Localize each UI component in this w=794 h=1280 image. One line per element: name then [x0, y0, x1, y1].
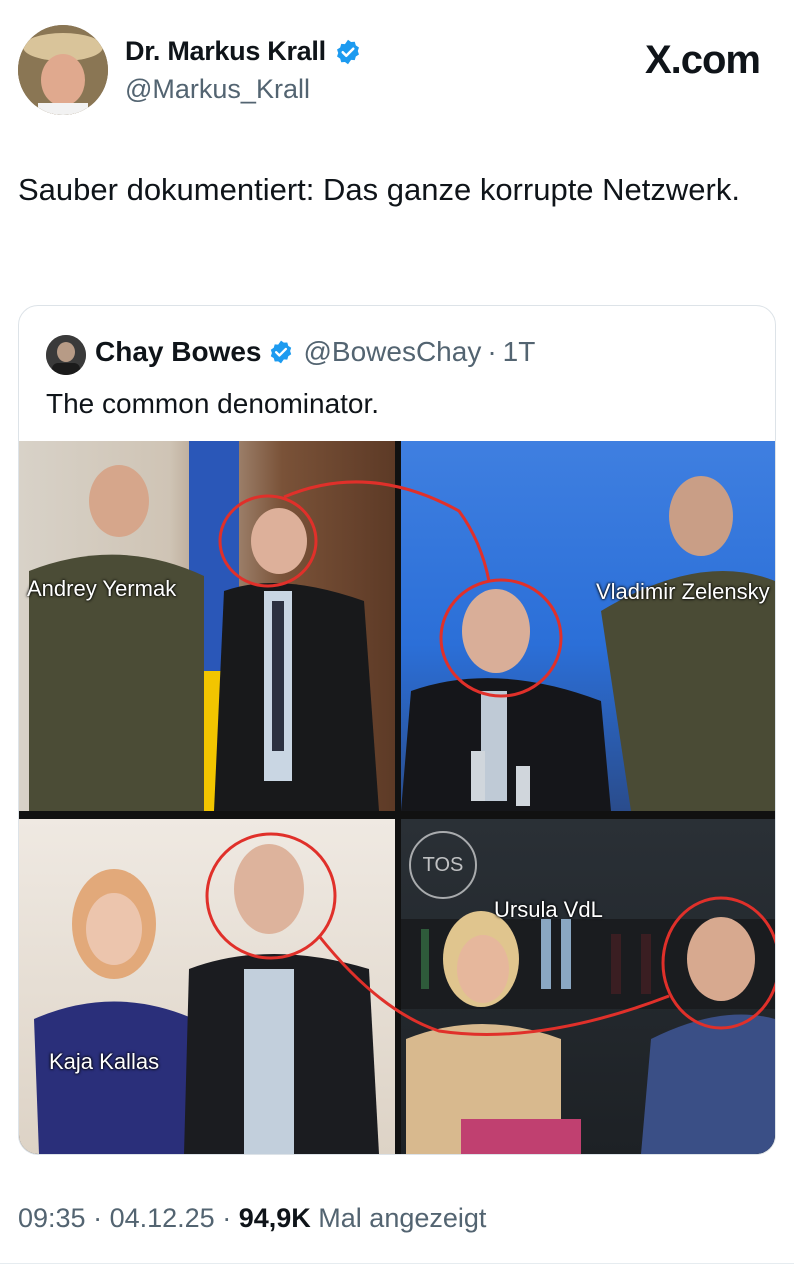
- tweet-time[interactable]: 09:35: [18, 1203, 86, 1233]
- view-count: 94,9K: [238, 1203, 311, 1233]
- verified-badge-icon: [336, 39, 359, 64]
- views-label: Mal angezeigt: [318, 1203, 487, 1233]
- connector-3-4: [317, 935, 670, 1036]
- author-handle[interactable]: @Markus_Krall: [125, 74, 310, 105]
- tweet-text: Sauber dokumentiert: Das ganze korrupte …: [18, 172, 740, 207]
- highlight-circle-4: [661, 896, 775, 1030]
- quote-text: The common denominator.: [46, 388, 380, 419]
- author-avatar[interactable]: [18, 25, 108, 115]
- highlight-circle-2: [439, 578, 563, 698]
- quote-author-name[interactable]: Chay Bowes: [95, 336, 262, 368]
- dot-separator: ·: [222, 1203, 239, 1233]
- highlight-overlay: [205, 480, 775, 1036]
- author-name-row[interactable]: Dr. Markus Krall: [125, 36, 362, 67]
- tweet-footer: 09:35 · 04.12.25 · 94,9K Mal angezeigt: [18, 1203, 486, 1234]
- author-name[interactable]: Dr. Markus Krall: [125, 36, 326, 67]
- highlight-circle-1: [218, 494, 318, 588]
- divider: [0, 1263, 794, 1264]
- verified-badge-icon: [270, 340, 291, 364]
- dot-separator: ·: [487, 336, 497, 367]
- quote-image-collage[interactable]: Andrey Yermak Vladimir Zelensky Kaja Kal…: [19, 441, 775, 1154]
- quote-author-handle[interactable]: @BowesChay: [304, 336, 482, 368]
- highlight-circle-3: [205, 832, 337, 960]
- quote-header: Chay Bowes @BowesChay · 1T: [95, 336, 535, 368]
- quoted-tweet-card[interactable]: Chay Bowes @BowesChay · 1T The common de…: [18, 305, 776, 1155]
- x-brand-text: X.com: [644, 38, 761, 82]
- quote-author-avatar[interactable]: [46, 335, 86, 375]
- x-logo: X.com: [644, 38, 761, 83]
- tweet-date[interactable]: 04.12.25: [110, 1203, 215, 1233]
- dot-separator: ·: [93, 1203, 110, 1233]
- quote-age[interactable]: 1T: [503, 336, 536, 368]
